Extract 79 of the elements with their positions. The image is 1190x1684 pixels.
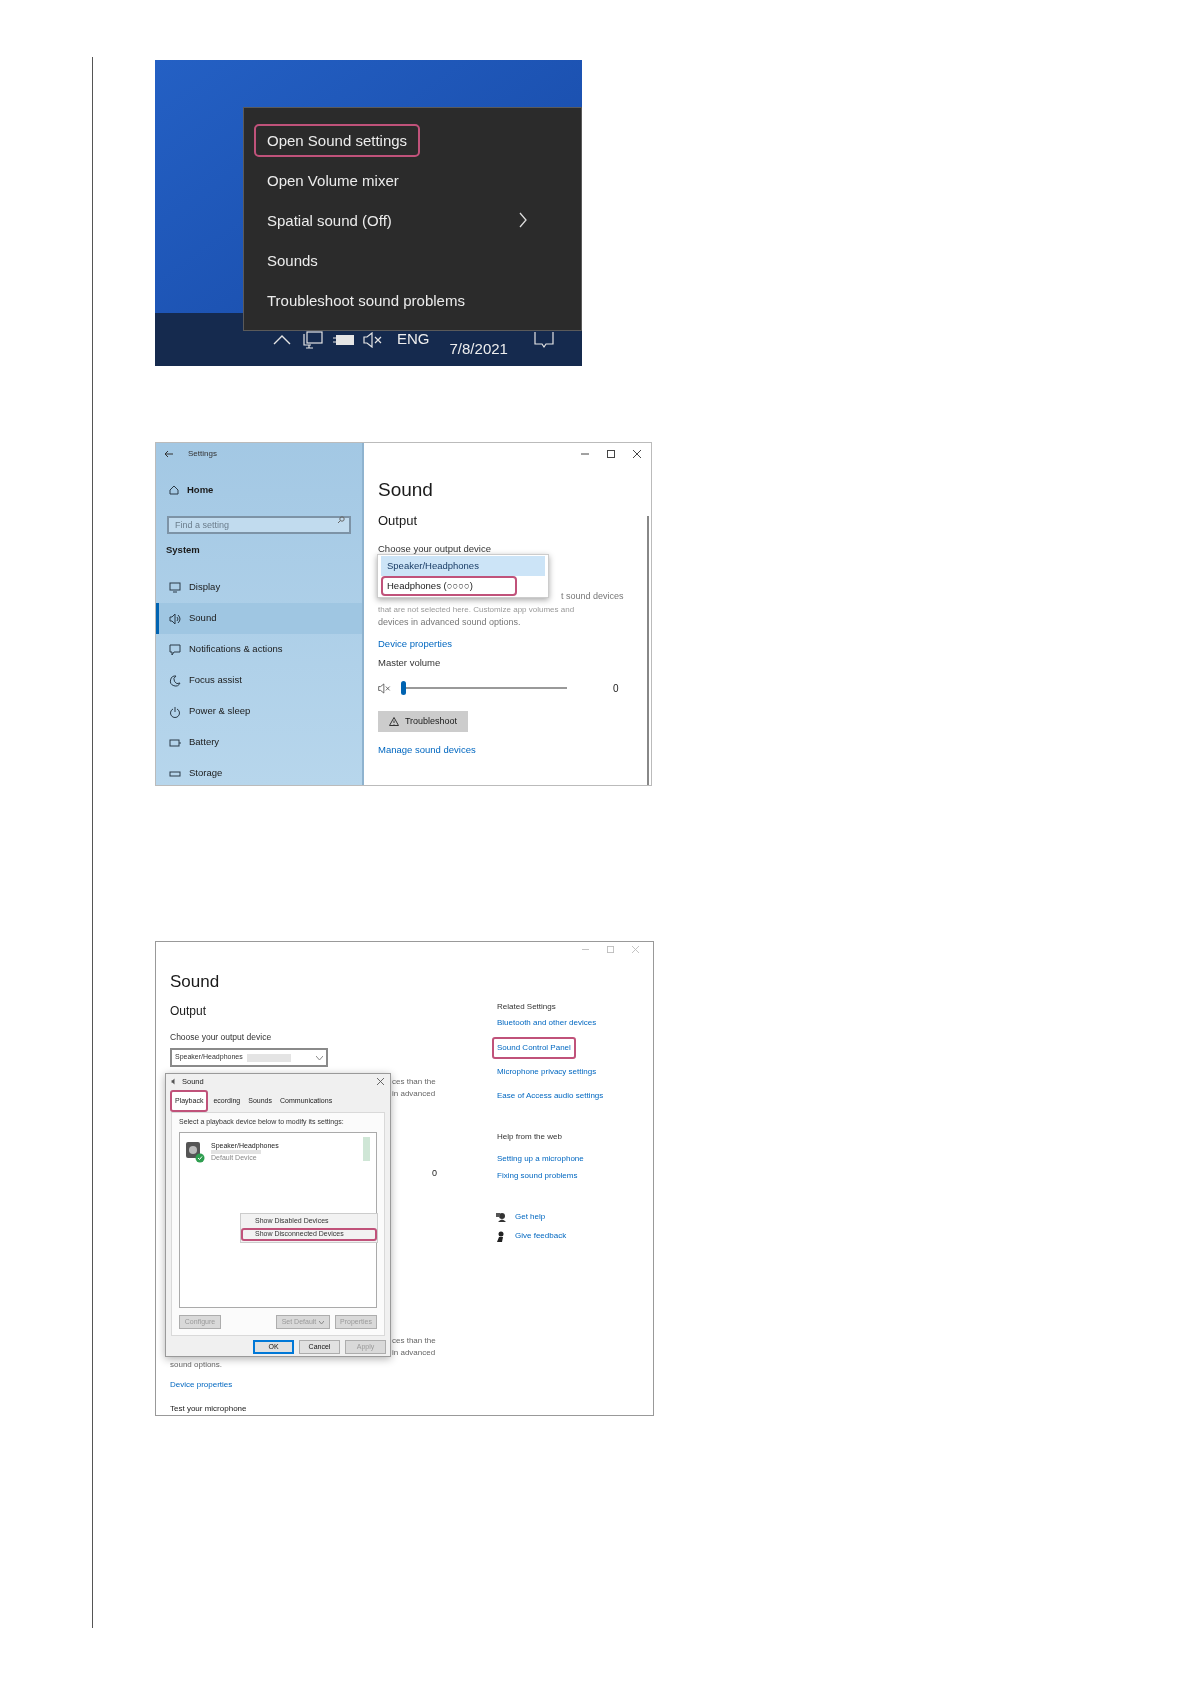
battery-icon[interactable] (333, 332, 355, 347)
nav-item[interactable]: Power & sleep (156, 696, 362, 727)
settings-link[interactable]: Sound Control Panel (492, 1037, 576, 1059)
description-text: that are not selected here. Customize app volumes and (378, 604, 576, 616)
slider-thumb[interactable] (401, 681, 406, 695)
description-text: in advanced (392, 1347, 437, 1359)
search-field[interactable]: Find a setting (167, 516, 351, 534)
minimize-icon[interactable] (581, 450, 589, 458)
page-title: Sound (170, 972, 221, 992)
description-text: ces than the (392, 1335, 437, 1347)
monitor-icon (169, 581, 181, 594)
nav-item[interactable]: Focus assist (156, 665, 362, 696)
notification-icon[interactable] (533, 330, 554, 349)
muted-speaker-icon[interactable] (363, 331, 383, 348)
speaker-icon (171, 1078, 178, 1085)
support-link[interactable]: Give feedback (515, 1230, 567, 1242)
dropdown-option[interactable]: Speaker/Headphones (381, 556, 545, 576)
troubleshoot-button[interactable]: Troubleshoot (378, 711, 468, 732)
menu-item[interactable]: Open Sound settings (254, 123, 421, 157)
page-title: Sound (378, 478, 434, 502)
device-properties-link[interactable]: Device properties (170, 1379, 233, 1391)
speaker-icon (169, 612, 181, 625)
description-text: ces than the (392, 1076, 437, 1088)
chat-person-icon (495, 1211, 507, 1223)
help-link[interactable]: Setting up a microphone (497, 1153, 584, 1165)
level-meter (363, 1137, 370, 1161)
close-icon[interactable] (377, 1078, 384, 1085)
clock-date[interactable]: 7/8/2021 (449, 338, 508, 361)
power-icon (169, 705, 181, 718)
caret-up-icon[interactable] (273, 334, 291, 345)
search-icon[interactable] (337, 516, 345, 524)
maximize-icon[interactable] (607, 450, 615, 458)
description-text: in advanced (392, 1088, 437, 1100)
home-link[interactable]: Home (156, 480, 362, 500)
device-properties-link[interactable]: Device properties (378, 637, 452, 650)
scrollbar[interactable] (647, 516, 649, 785)
nav-item[interactable]: Display (156, 572, 362, 603)
menu-item[interactable]: Spatial sound (Off) (254, 203, 405, 237)
volume-value: 0 (613, 681, 619, 696)
dropdown-option[interactable]: Headphones (○○○○) (381, 576, 517, 596)
language-indicator[interactable]: ENG (397, 328, 430, 351)
close-icon[interactable] (633, 450, 641, 458)
chevron-down-icon (316, 1055, 323, 1060)
settings-link[interactable]: Microphone privacy settings (497, 1066, 597, 1078)
nav-item[interactable]: Notifications & actions (156, 634, 362, 665)
settings-link[interactable]: Bluetooth and other devices (497, 1017, 597, 1029)
message-icon (169, 643, 181, 656)
field-label: Master volume (378, 657, 442, 669)
help-link[interactable]: Fixing sound problems (497, 1170, 578, 1182)
section-heading: System (165, 542, 201, 557)
description-text: sound options. (170, 1359, 224, 1371)
speaker-check-icon (185, 1141, 205, 1163)
description-text: devices in advanced sound options. (378, 616, 522, 629)
section-heading: Related Settings (497, 1001, 557, 1013)
nav-item[interactable]: Battery (156, 727, 362, 758)
section-title: Output (378, 513, 419, 529)
field-label: Choose your output device (378, 543, 493, 555)
window-title: Settings (188, 448, 217, 460)
field-label: Test your microphone (170, 1403, 248, 1415)
menu-item[interactable]: Troubleshoot sound problems (254, 283, 478, 317)
description-text: t sound devices (561, 590, 625, 603)
support-link[interactable]: Get help (515, 1211, 546, 1223)
section-heading: Help from the web (497, 1131, 563, 1143)
back-arrow-icon[interactable] (164, 450, 174, 458)
volume-slider[interactable] (401, 681, 567, 695)
battery-icon (169, 736, 181, 749)
home-icon (169, 485, 179, 495)
monitor-icon[interactable] (303, 330, 323, 349)
nav-item[interactable]: Storage (156, 758, 362, 785)
manage-devices-link[interactable]: Manage sound devices (378, 743, 476, 756)
menu-item[interactable]: Open Volume mixer (254, 163, 412, 197)
volume-value: 0 (432, 1167, 438, 1179)
field-label: Choose your output device (170, 1032, 273, 1042)
nav-item[interactable]: Sound (156, 603, 362, 634)
menu-item[interactable]: Sounds (254, 243, 331, 277)
section-title: Output (170, 1004, 208, 1018)
moon-icon (169, 674, 181, 687)
warning-icon (388, 717, 399, 726)
settings-link[interactable]: Ease of Access audio settings (497, 1090, 604, 1102)
